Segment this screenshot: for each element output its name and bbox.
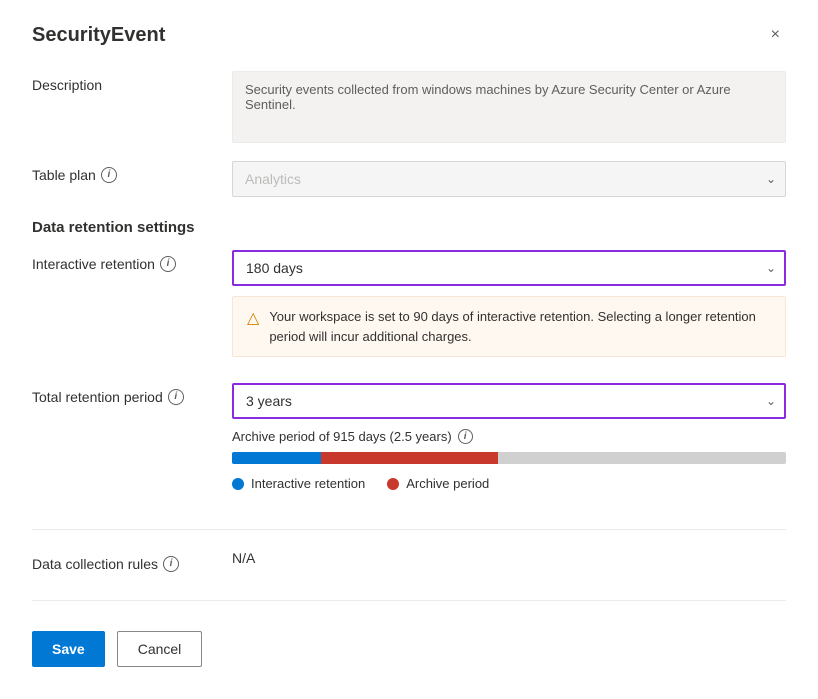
table-plan-select[interactable]: Analytics <box>232 161 786 197</box>
archive-legend: Interactive retention Archive period <box>232 476 786 491</box>
interactive-retention-label: Interactive retention i <box>32 250 232 272</box>
archive-progress-segment <box>321 452 498 464</box>
description-row: Description Security events collected fr… <box>32 71 786 143</box>
total-retention-info-icon[interactable]: i <box>168 389 184 405</box>
total-retention-select[interactable]: 180 days 1 year 2 years 3 years 5 years … <box>232 383 786 419</box>
data-collection-label: Data collection rules i <box>32 550 232 572</box>
table-plan-control: Analytics ⌄ <box>232 161 786 197</box>
divider <box>32 529 786 530</box>
footer: Save Cancel <box>32 631 786 667</box>
table-plan-info-icon[interactable]: i <box>101 167 117 183</box>
warning-icon: △ <box>247 308 259 328</box>
archive-info: Archive period of 915 days (2.5 years) i <box>232 429 786 444</box>
legend-archive: Archive period <box>387 476 489 491</box>
total-retention-control: 180 days 1 year 2 years 3 years 5 years … <box>232 383 786 491</box>
data-collection-value: N/A <box>232 550 786 566</box>
cancel-button[interactable]: Cancel <box>117 631 203 667</box>
dialog-header: SecurityEvent × <box>32 24 786 47</box>
legend-interactive-label: Interactive retention <box>251 476 365 491</box>
interactive-retention-select-wrapper: 30 days 60 days 90 days 180 days 270 day… <box>232 250 786 286</box>
data-retention-section-title: Data retention settings <box>32 219 786 236</box>
close-button[interactable]: × <box>765 24 786 46</box>
archive-info-icon[interactable]: i <box>458 429 473 444</box>
interactive-retention-warning: △ Your workspace is set to 90 days of in… <box>232 296 786 357</box>
save-button[interactable]: Save <box>32 631 105 667</box>
data-collection-info-icon[interactable]: i <box>163 556 179 572</box>
data-collection-row: Data collection rules i N/A <box>32 550 786 572</box>
legend-archive-dot <box>387 478 399 490</box>
total-retention-row: Total retention period i 180 days 1 year… <box>32 383 786 491</box>
data-collection-na: N/A <box>232 550 255 566</box>
interactive-progress-segment <box>232 452 321 464</box>
table-plan-label: Table plan i <box>32 161 232 183</box>
dialog-title: SecurityEvent <box>32 24 165 47</box>
legend-interactive-dot <box>232 478 244 490</box>
table-plan-select-wrapper: Analytics ⌄ <box>232 161 786 197</box>
archive-progress-bar <box>232 452 786 464</box>
security-event-dialog: SecurityEvent × Description Security eve… <box>0 0 818 699</box>
description-box: Security events collected from windows m… <box>232 71 786 143</box>
legend-interactive: Interactive retention <box>232 476 365 491</box>
archive-label: Archive period of 915 days (2.5 years) <box>232 429 452 444</box>
description-control: Security events collected from windows m… <box>232 71 786 143</box>
total-retention-label: Total retention period i <box>32 383 232 405</box>
interactive-retention-select[interactable]: 30 days 60 days 90 days 180 days 270 day… <box>232 250 786 286</box>
description-label: Description <box>32 71 232 93</box>
warning-text: Your workspace is set to 90 days of inte… <box>269 307 771 346</box>
interactive-retention-row: Interactive retention i 30 days 60 days … <box>32 250 786 357</box>
interactive-retention-info-icon[interactable]: i <box>160 256 176 272</box>
legend-archive-label: Archive period <box>406 476 489 491</box>
total-retention-select-wrapper: 180 days 1 year 2 years 3 years 5 years … <box>232 383 786 419</box>
table-plan-row: Table plan i Analytics ⌄ <box>32 161 786 197</box>
footer-divider <box>32 600 786 601</box>
interactive-retention-control: 30 days 60 days 90 days 180 days 270 day… <box>232 250 786 357</box>
